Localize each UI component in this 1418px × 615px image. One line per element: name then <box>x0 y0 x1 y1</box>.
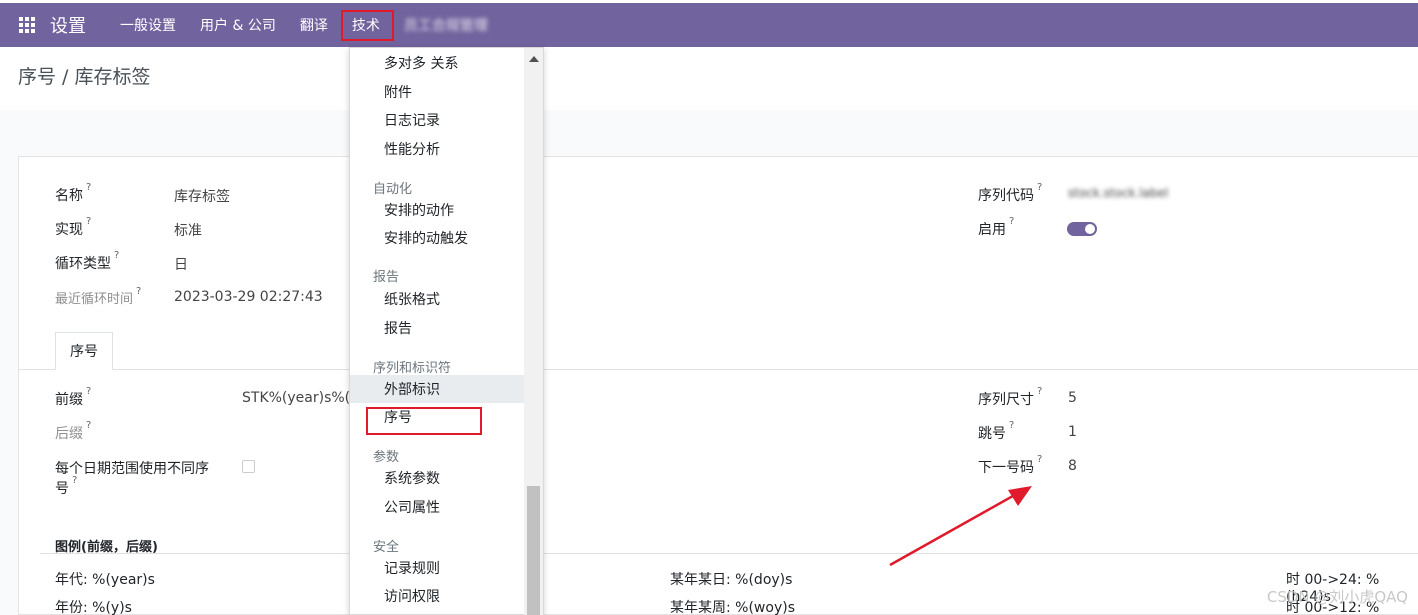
range-label: 每个日期范围使用不同序 <box>55 461 209 477</box>
apps-grid-icon[interactable] <box>0 3 54 47</box>
app-brand[interactable]: 设置 <box>50 12 86 38</box>
dropdown-item[interactable]: 纸张格式 <box>350 285 524 313</box>
dropdown-section-header: 安全 <box>373 540 400 555</box>
dropdown-section-header: 参数 <box>373 450 400 465</box>
watermark: CSDN @刘小虎QAQ <box>1266 588 1408 606</box>
seq-code-value[interactable]: stock.stock.label <box>1068 186 1168 200</box>
impl-value[interactable]: 标准 <box>174 220 202 240</box>
legend-item: 年代: %(year)s <box>55 572 155 588</box>
technical-dropdown-menu: 多对多 关系 附件 日志记录 性能分析 自动化 安排的动作 安排的动触发 报告 … <box>349 47 544 615</box>
menu-technical[interactable]: 技术 <box>340 3 394 47</box>
menu-blurred[interactable]: 员工合规管理 <box>392 3 500 47</box>
form-sheet <box>18 156 1418 615</box>
dropdown-section-header: 报告 <box>373 270 400 285</box>
range-label-line2: 号? <box>55 475 78 497</box>
scroll-thumb[interactable] <box>527 486 540 615</box>
size-label: 序列尺寸? <box>978 386 1043 408</box>
next-label: 下一号码? <box>978 454 1043 476</box>
size-value[interactable]: 5 <box>1068 390 1077 406</box>
cycle-label: 循环类型? <box>55 250 120 272</box>
date-range-checkbox[interactable] <box>242 460 255 473</box>
suffix-label: 后缀? <box>55 420 92 442</box>
menu-translations[interactable]: 翻译 <box>288 3 340 47</box>
active-label: 启用? <box>978 216 1015 238</box>
legend-item: 某年某日: %(doy)s <box>670 572 793 588</box>
dropdown-item[interactable]: 安排的动触发 <box>350 224 524 252</box>
dropdown-item[interactable]: 性能分析 <box>350 135 524 163</box>
tab-divider <box>18 369 1418 370</box>
dropdown-item[interactable]: 记录规则 <box>350 554 524 582</box>
next-value[interactable]: 8 <box>1068 458 1077 474</box>
prefix-value[interactable]: STK%(year)s%(m <box>242 390 364 406</box>
breadcrumb[interactable]: 序号 / 库存标签 <box>18 62 150 89</box>
dropdown-item[interactable]: 公司属性 <box>350 493 524 521</box>
last-cycle-value: 2023-03-29 02:27:43 <box>174 289 323 305</box>
dropdown-item-external-ids[interactable]: 外部标识 <box>350 375 524 403</box>
dropdown-item[interactable]: 访问权限 <box>350 582 524 610</box>
dropdown-section-header: 自动化 <box>373 182 413 197</box>
legend-item: 某年某周: %(woy)s <box>670 600 795 615</box>
legend-item: 年份: %(y)s <box>55 600 132 615</box>
highlight-box <box>340 10 394 41</box>
active-toggle[interactable] <box>1067 222 1097 236</box>
dropdown-item[interactable]: 日志记录 <box>350 106 524 134</box>
name-value[interactable]: 库存标签 <box>174 186 230 206</box>
step-label: 跳号? <box>978 420 1015 442</box>
dropdown-item[interactable]: 报告 <box>350 314 524 342</box>
annotation-arrow-icon <box>889 486 1032 567</box>
highlight-box <box>366 407 482 435</box>
prefix-label: 前缀? <box>55 386 92 408</box>
impl-label: 实现? <box>55 216 92 238</box>
dropdown-item[interactable]: 安排的动作 <box>350 196 524 224</box>
dropdown-section-header: 序列和标识符 <box>373 361 452 376</box>
seq-code-label: 序列代码? <box>978 182 1043 204</box>
tab-sequence[interactable]: 序号 <box>55 332 113 370</box>
dropdown-item[interactable]: 多对多 关系 <box>350 49 524 77</box>
menu-general-settings[interactable]: 一般设置 <box>108 3 188 47</box>
name-label: 名称? <box>55 182 92 204</box>
step-value[interactable]: 1 <box>1068 424 1077 440</box>
scroll-up-arrow-icon[interactable] <box>529 56 539 62</box>
cycle-value[interactable]: 日 <box>174 254 188 274</box>
dropdown-scrollbar[interactable] <box>524 48 543 615</box>
legend-divider <box>40 553 1418 554</box>
dropdown-item[interactable]: 系统参数 <box>350 464 524 492</box>
menu-users-companies[interactable]: 用户 & 公司 <box>188 3 288 47</box>
top-navbar: 设置 一般设置 用户 & 公司 翻译 技术 员工合规管理 <box>0 3 1418 47</box>
dropdown-item[interactable]: 附件 <box>350 78 524 106</box>
last-cycle-label: 最近循环时间? <box>55 285 142 307</box>
